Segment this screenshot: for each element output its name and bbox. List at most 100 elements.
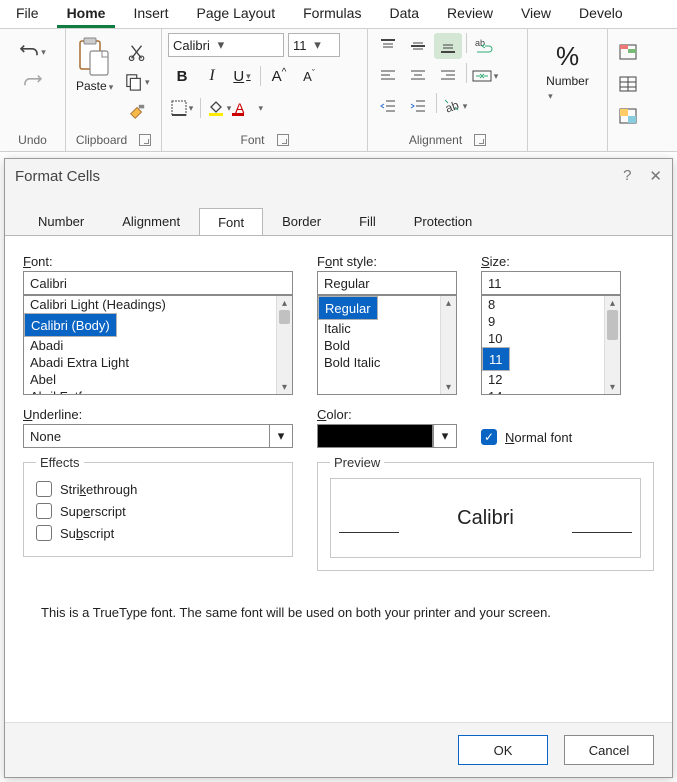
list-item[interactable]: Bold bbox=[318, 337, 456, 354]
dialog-close-button[interactable]: ✕ bbox=[649, 167, 662, 185]
normal-font-checkbox[interactable]: ✓ Normal font bbox=[481, 426, 572, 448]
align-middle-button[interactable] bbox=[404, 33, 432, 59]
color-swatch bbox=[317, 424, 433, 448]
size-input[interactable]: 11 bbox=[481, 271, 621, 295]
cancel-button[interactable]: Cancel bbox=[564, 735, 654, 765]
ribbon: ▾ Undo Paste▾ bbox=[0, 28, 677, 152]
borders-button[interactable]: ▾ bbox=[168, 95, 196, 121]
effects-legend: Effects bbox=[36, 455, 84, 470]
tab-page-layout[interactable]: Page Layout bbox=[186, 2, 285, 28]
list-item[interactable]: 14 bbox=[482, 388, 620, 395]
chevron-down-icon[interactable]: ▾ bbox=[433, 424, 457, 448]
tab-developer[interactable]: Develo bbox=[569, 2, 633, 28]
cut-button[interactable] bbox=[123, 39, 151, 65]
underline-combo[interactable]: None ▾ bbox=[23, 424, 293, 448]
format-cells-dialog: Format Cells ? ✕ Number Alignment Font B… bbox=[4, 158, 673, 778]
font-name-select[interactable]: Calibri ▾ bbox=[168, 33, 284, 57]
font-style-listbox[interactable]: RegularItalicBoldBold Italic▴▾ bbox=[317, 295, 457, 395]
list-item[interactable]: Calibri (Body) bbox=[24, 313, 117, 337]
font-color-button[interactable]: A ▾ bbox=[235, 95, 263, 121]
dlg-tab-number[interactable]: Number bbox=[19, 207, 103, 235]
format-painter-button[interactable] bbox=[123, 99, 151, 125]
font-launcher[interactable] bbox=[277, 134, 289, 146]
align-center-button[interactable] bbox=[404, 63, 432, 89]
font-label: Font: bbox=[23, 254, 293, 269]
undo-button[interactable]: ▾ bbox=[19, 39, 47, 65]
chevron-down-icon[interactable]: ▾ bbox=[269, 424, 293, 448]
dlg-tab-fill[interactable]: Fill bbox=[340, 207, 395, 235]
redo-button[interactable] bbox=[19, 69, 47, 95]
orientation-button[interactable]: ab▾ bbox=[441, 93, 469, 119]
subscript-checkbox[interactable]: Subscript bbox=[36, 522, 280, 544]
font-style-label: Font style: bbox=[317, 254, 457, 269]
decrease-font-button[interactable]: Aˇ bbox=[295, 63, 323, 89]
font-size-select[interactable]: 11 ▾ bbox=[288, 33, 340, 57]
list-item[interactable]: Calibri Light (Headings) bbox=[24, 296, 292, 313]
dlg-tab-font[interactable]: Font bbox=[199, 208, 263, 236]
ok-button[interactable]: OK bbox=[458, 735, 548, 765]
list-item[interactable]: Abril Fatface bbox=[24, 388, 292, 395]
font-style-input[interactable]: Regular bbox=[317, 271, 457, 295]
tab-review[interactable]: Review bbox=[437, 2, 503, 28]
font-listbox[interactable]: Calibri Light (Headings)Calibri (Body)Ab… bbox=[23, 295, 293, 395]
preview-legend: Preview bbox=[330, 455, 384, 470]
size-listbox[interactable]: 8910111214▴▾ bbox=[481, 295, 621, 395]
tab-data[interactable]: Data bbox=[379, 2, 429, 28]
align-top-button[interactable] bbox=[374, 33, 402, 59]
tab-view[interactable]: View bbox=[511, 2, 561, 28]
list-item[interactable]: 8 bbox=[482, 296, 620, 313]
increase-indent-button[interactable] bbox=[404, 93, 432, 119]
list-item[interactable]: 10 bbox=[482, 330, 620, 347]
ribbon-tab-strip: File Home Insert Page Layout Formulas Da… bbox=[0, 0, 677, 28]
align-left-button[interactable] bbox=[374, 63, 402, 89]
dlg-tab-border[interactable]: Border bbox=[263, 207, 340, 235]
tab-insert[interactable]: Insert bbox=[123, 2, 178, 28]
preview-area: Calibri bbox=[330, 478, 641, 558]
decrease-indent-button[interactable] bbox=[374, 93, 402, 119]
list-item[interactable]: Abadi Extra Light bbox=[24, 354, 292, 371]
dlg-tab-alignment[interactable]: Alignment bbox=[103, 207, 199, 235]
copy-button[interactable]: ▾ bbox=[123, 69, 151, 95]
group-label-alignment: Alignment bbox=[409, 133, 462, 147]
align-right-button[interactable] bbox=[434, 63, 462, 89]
conditional-formatting-button[interactable] bbox=[614, 39, 642, 65]
underline-label: Underline: bbox=[23, 407, 293, 422]
merge-center-button[interactable]: ▾ bbox=[471, 63, 499, 89]
number-label: Number bbox=[546, 74, 589, 88]
dialog-help-button[interactable]: ? bbox=[623, 167, 631, 185]
color-combo[interactable]: ▾ bbox=[317, 424, 457, 448]
clipboard-launcher[interactable] bbox=[139, 134, 151, 146]
tab-home[interactable]: Home bbox=[57, 2, 116, 28]
dlg-tab-protection[interactable]: Protection bbox=[395, 207, 492, 235]
paste-button[interactable]: Paste▾ bbox=[72, 35, 117, 95]
list-item[interactable]: 9 bbox=[482, 313, 620, 330]
strikethrough-checkbox[interactable]: Strikethrough bbox=[36, 478, 280, 500]
tab-formulas[interactable]: Formulas bbox=[293, 2, 371, 28]
list-item[interactable]: Regular bbox=[318, 296, 378, 320]
list-item[interactable]: Abel bbox=[24, 371, 292, 388]
preview-fieldset: Preview Calibri bbox=[317, 462, 654, 571]
wrap-text-button[interactable]: ab bbox=[471, 33, 499, 59]
list-item[interactable]: Abadi bbox=[24, 337, 292, 354]
underline-button[interactable]: U▾ bbox=[228, 63, 256, 89]
format-as-table-button[interactable] bbox=[614, 71, 642, 97]
font-note: This is a TrueType font. The same font w… bbox=[41, 605, 672, 620]
increase-font-button[interactable]: A^ bbox=[265, 63, 293, 89]
list-item[interactable]: Italic bbox=[318, 320, 456, 337]
cell-styles-button[interactable] bbox=[614, 103, 642, 129]
list-item[interactable]: Bold Italic bbox=[318, 354, 456, 371]
size-label: Size: bbox=[481, 254, 621, 269]
italic-button[interactable]: I bbox=[198, 63, 226, 89]
tab-file[interactable]: File bbox=[6, 2, 49, 28]
alignment-launcher[interactable] bbox=[474, 134, 486, 146]
list-item[interactable]: 11 bbox=[482, 347, 510, 371]
bold-button[interactable]: B bbox=[168, 63, 196, 89]
number-format-button[interactable]: % Number▾ bbox=[542, 39, 593, 104]
check-icon: ✓ bbox=[481, 429, 497, 445]
list-item[interactable]: 12 bbox=[482, 371, 620, 388]
fill-color-button[interactable]: ▾ bbox=[205, 95, 233, 121]
superscript-checkbox[interactable]: Superscript bbox=[36, 500, 280, 522]
align-bottom-button[interactable] bbox=[434, 33, 462, 59]
preview-text: Calibri bbox=[457, 507, 514, 530]
font-name-input[interactable]: Calibri bbox=[23, 271, 293, 295]
